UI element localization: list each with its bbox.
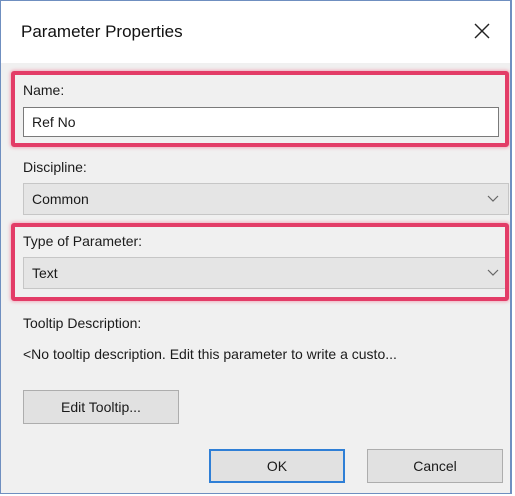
chevron-down-icon	[487, 269, 499, 276]
close-icon	[474, 23, 490, 39]
ok-button[interactable]: OK	[209, 449, 345, 483]
dialog-title: Parameter Properties	[21, 22, 183, 41]
edit-tooltip-button[interactable]: Edit Tooltip...	[23, 390, 179, 424]
parameter-properties-dialog: Parameter Properties Name: Ref No Discip…	[0, 0, 512, 494]
type-of-parameter-selected-value: Text	[32, 265, 58, 281]
chevron-down-icon	[487, 195, 499, 202]
type-of-parameter-label: Type of Parameter:	[23, 233, 143, 249]
discipline-label: Discipline:	[23, 159, 87, 175]
tooltip-description-text: <No tooltip description. Edit this param…	[23, 346, 397, 362]
title-bar: Parameter Properties	[1, 1, 510, 63]
cancel-button[interactable]: Cancel	[367, 449, 503, 483]
name-label: Name:	[23, 82, 65, 98]
name-input[interactable]: Ref No	[23, 107, 499, 137]
type-of-parameter-select[interactable]: Text	[23, 257, 509, 289]
close-button[interactable]	[466, 15, 498, 47]
discipline-selected-value: Common	[32, 191, 89, 207]
tooltip-description-label: Tooltip Description:	[23, 315, 142, 331]
discipline-select[interactable]: Common	[23, 183, 509, 215]
